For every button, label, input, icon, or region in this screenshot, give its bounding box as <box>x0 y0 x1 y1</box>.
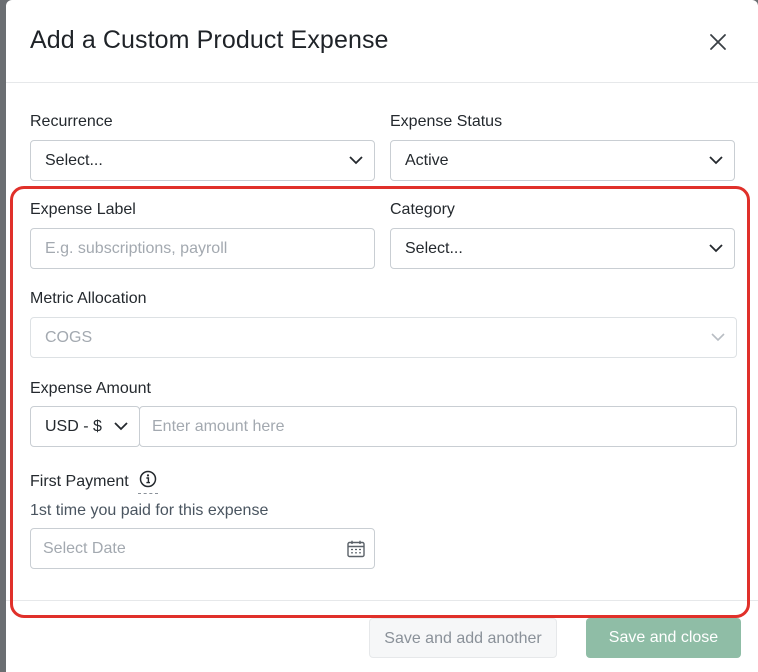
save-and-close-button[interactable]: Save and close <box>586 618 741 658</box>
date-placeholder: Select Date <box>43 540 126 557</box>
chevron-down-icon <box>114 422 128 431</box>
tooltip-underline <box>138 493 158 494</box>
amount-input[interactable] <box>139 406 737 447</box>
category-value: Select... <box>405 240 463 257</box>
expense-label-field[interactable] <box>45 229 374 269</box>
currency-value: USD - $ <box>45 418 102 435</box>
recurrence-select[interactable]: Select... <box>30 140 375 181</box>
category-label: Category <box>390 201 455 218</box>
date-picker[interactable]: Select Date <box>30 528 375 569</box>
chevron-down-icon <box>711 333 725 342</box>
metric-allocation-select[interactable]: COGS <box>30 317 737 358</box>
metric-allocation-label: Metric Allocation <box>30 290 147 307</box>
expense-amount-label: Expense Amount <box>30 380 151 397</box>
expense-label-input[interactable] <box>30 228 375 269</box>
expense-label-label: Expense Label <box>30 201 136 218</box>
expense-status-label: Expense Status <box>390 113 503 130</box>
chevron-down-icon <box>349 156 363 165</box>
info-icon[interactable] <box>139 470 157 488</box>
first-payment-label: First Payment <box>30 473 129 490</box>
currency-select[interactable]: USD - $ <box>30 406 140 447</box>
recurrence-value: Select... <box>45 152 103 169</box>
amount-field[interactable] <box>152 407 736 447</box>
footer-divider <box>6 600 758 601</box>
metric-allocation-value: COGS <box>45 329 93 346</box>
expense-status-select[interactable]: Active <box>390 140 735 181</box>
modal-header: Add a Custom Product Expense <box>6 0 758 83</box>
recurrence-label: Recurrence <box>30 113 113 130</box>
modal-dialog: Add a Custom Product Expense Recurrence … <box>6 0 758 672</box>
close-icon[interactable] <box>706 30 730 54</box>
calendar-icon[interactable] <box>346 539 366 559</box>
save-and-add-another-button[interactable]: Save and add another <box>369 618 557 658</box>
modal-title: Add a Custom Product Expense <box>30 26 389 54</box>
first-payment-hint: 1st time you paid for this expense <box>30 502 269 519</box>
chevron-down-icon <box>709 244 723 253</box>
category-select[interactable]: Select... <box>390 228 735 269</box>
chevron-down-icon <box>709 156 723 165</box>
expense-status-value: Active <box>405 152 449 169</box>
